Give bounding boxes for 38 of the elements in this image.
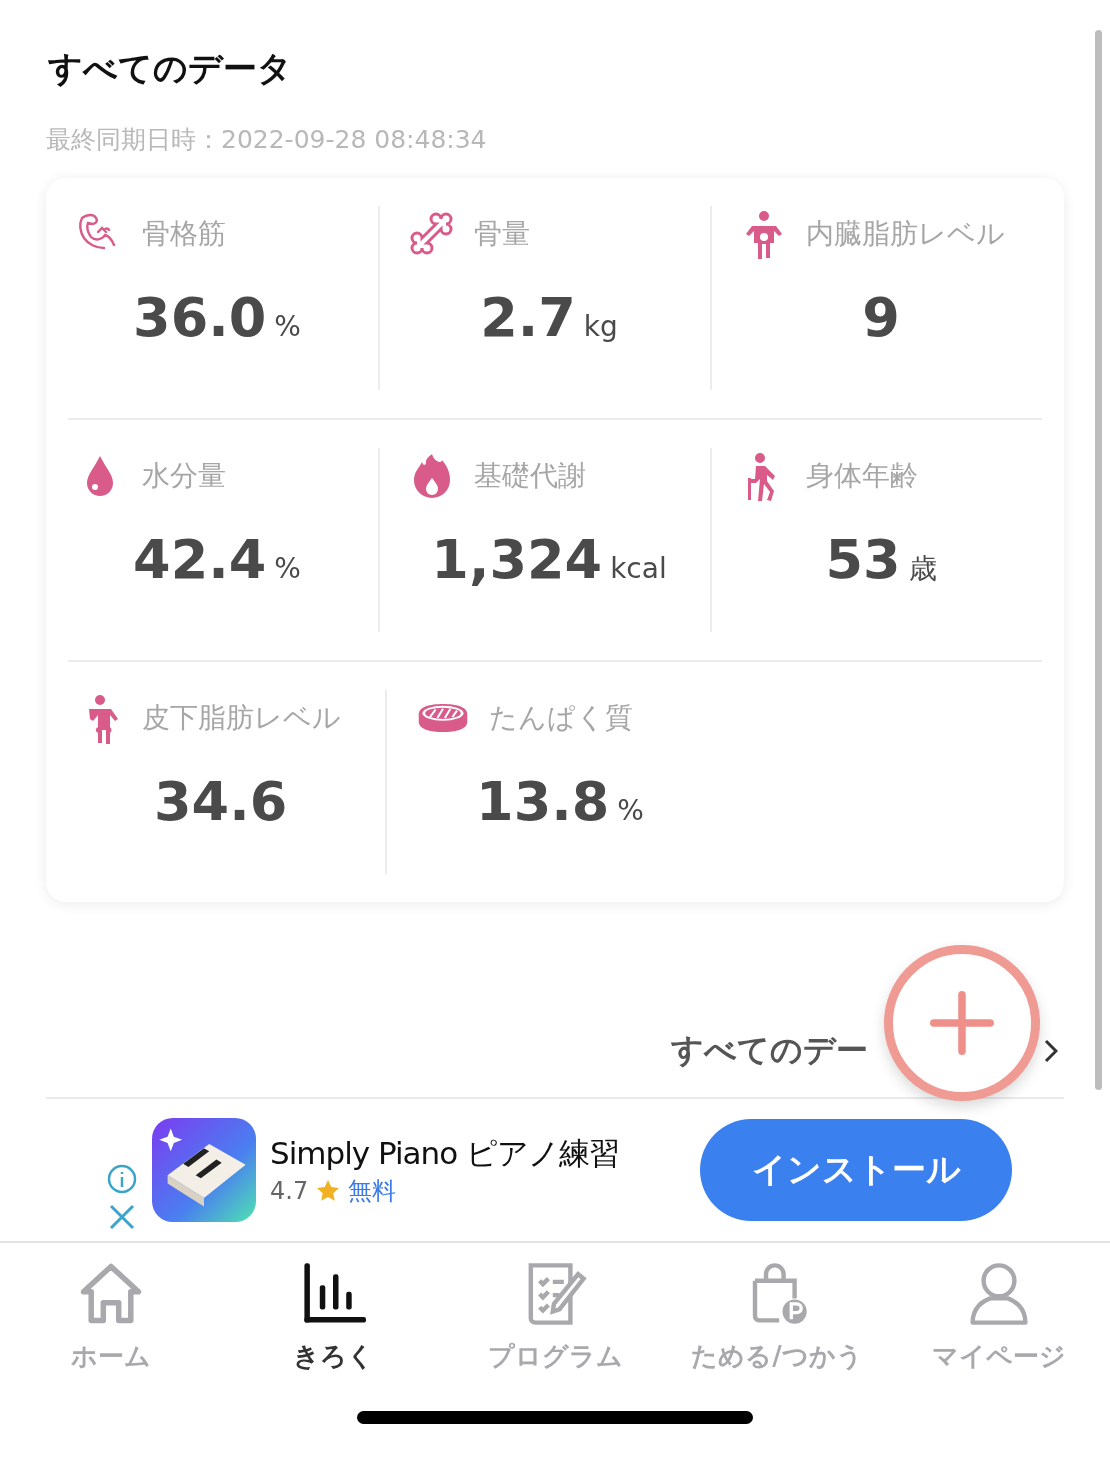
all-data-link[interactable]: すべてのデー [671, 1029, 868, 1073]
metric-unit: kcal [610, 552, 667, 585]
rating-value: 4.7 [270, 1177, 309, 1205]
page-title: すべてのデータ [48, 47, 293, 90]
nav-tab[interactable]: ホーム [0, 1261, 222, 1431]
metric-value: 34.6 [154, 770, 288, 833]
metric-label: 内臓脂肪レベル [806, 216, 1005, 252]
app-icon [152, 1118, 256, 1222]
metric-label: 骨格筋 [142, 216, 226, 252]
metric-label: 身体年齢 [806, 458, 918, 494]
metric-label: 水分量 [142, 458, 226, 494]
app-name: Simply Piano ピアノ練習 [270, 1134, 621, 1173]
chevron-right-icon[interactable] [1044, 1039, 1058, 1063]
metric-value: 53 [825, 528, 901, 591]
metric-value: 42.4 [133, 528, 267, 591]
install-button[interactable]: インストール [700, 1119, 1012, 1221]
metric-value: 1,324 [431, 528, 603, 591]
star-icon [316, 1179, 341, 1203]
metric-value: 2.7 [480, 286, 576, 349]
metric-unit: % [274, 552, 301, 585]
metric-label: 皮下脂肪レベル [142, 700, 341, 736]
metric-unit: % [274, 310, 301, 343]
metric-label: 基礎代謝 [474, 458, 586, 494]
info-icon [106, 1163, 138, 1195]
metric-unit: 歳 [908, 551, 937, 587]
metric-label: たんぱく質 [489, 700, 634, 736]
metric-unit: % [617, 794, 644, 827]
price-label: 無料 [348, 1176, 397, 1207]
sync-time: 最終同期日時：2022-09-28 08:48:34 [46, 124, 488, 156]
nav-tab[interactable]: プログラム [444, 1261, 666, 1431]
metric-value: 9 [862, 286, 900, 349]
nav-tab[interactable]: マイページ [888, 1261, 1110, 1431]
metric-value: 36.0 [133, 286, 267, 349]
nav-tab[interactable]: ためる/つかう [666, 1261, 888, 1431]
nav-tab[interactable]: きろく [222, 1261, 444, 1431]
metric-unit: kg [583, 310, 618, 343]
metric-label: 骨量 [474, 216, 530, 252]
metric-value: 13.8 [476, 770, 610, 833]
